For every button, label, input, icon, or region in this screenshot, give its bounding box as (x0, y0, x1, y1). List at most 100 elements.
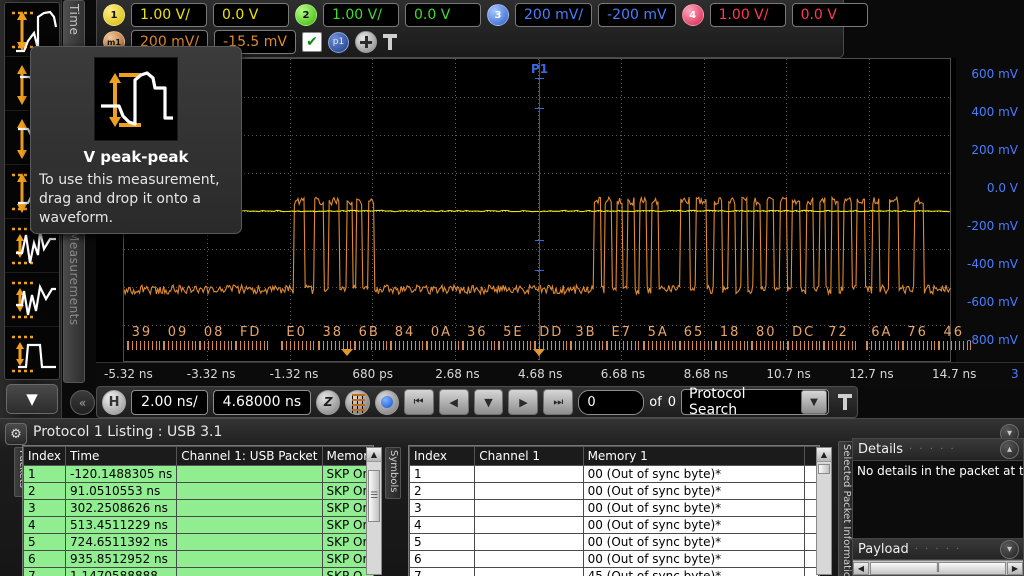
channel-2-button[interactable]: 2 (295, 4, 317, 26)
decode-byte[interactable]: 6A (871, 325, 892, 340)
memory-depth-icon[interactable] (345, 389, 370, 415)
protocol-decode-bus[interactable]: 39 09 08 FD E0 38 6B 84 0A 36 5E DD 3B E7 5A 65 18 80 DC 72… (123, 325, 972, 353)
channel-4-button[interactable]: 4 (681, 4, 704, 26)
decode-byte[interactable]: 84 (395, 325, 416, 340)
cursor-p1-line[interactable] (535, 60, 544, 360)
packets-table-row[interactable]: 2 91.0510553 ns SKP Or (23, 482, 373, 500)
pin-icon[interactable] (383, 34, 397, 50)
gear-icon[interactable]: ⚙ (5, 423, 27, 445)
packets-table[interactable]: Index Time Channel 1: USB Packet Memory 1 -12… (22, 445, 374, 576)
details-horizontal-scrollbar[interactable]: ◀ ‖ ▶ (853, 560, 1023, 575)
decode-byte[interactable]: 72 (828, 325, 849, 340)
decode-byte[interactable]: 3B (575, 325, 596, 340)
payload-grip-dots: · · · · · (914, 543, 962, 555)
search-index-input[interactable]: 0 (578, 389, 645, 415)
nav-down-button[interactable]: ▼ (473, 389, 504, 415)
scroll-left-arrow[interactable]: ◀ (853, 561, 869, 575)
channel-3-button[interactable]: 3 (487, 4, 509, 26)
packets-table-row[interactable]: 7 1.1470588888 SKP O (23, 567, 373, 576)
scrollbar-thumb[interactable]: ☰ (368, 470, 380, 522)
nav-next-button[interactable]: ▶ (508, 389, 539, 415)
decode-byte[interactable]: 6B (359, 325, 380, 340)
cursor-p1-label[interactable]: P1 (531, 62, 548, 76)
scroll-right-arrow[interactable]: ▶ (1007, 561, 1023, 575)
channel-3-scale[interactable]: 200 mV/ (515, 3, 593, 27)
collapse-rail-button[interactable]: « (70, 390, 95, 415)
decode-byte[interactable]: E7 (611, 325, 632, 340)
packets-table-row[interactable]: 3 302.2508626 ns SKP Or (23, 499, 373, 517)
chevron-down-icon[interactable]: ▼ (800, 390, 828, 414)
scroll-up-arrow[interactable]: ▲ (817, 448, 831, 462)
symbols-scrollbar[interactable]: ▲ (816, 447, 832, 575)
tab-symbols[interactable]: Symbols (385, 447, 401, 499)
measurement-item-7[interactable] (5, 327, 59, 379)
symbols-table-row[interactable]: 1 00 (Out of sync byte)* (409, 465, 819, 483)
decode-byte[interactable]: FD (240, 325, 262, 340)
decode-byte[interactable]: 80 (756, 325, 777, 340)
packets-table-row[interactable]: 4 513.4511229 ns SKP Or (23, 516, 373, 534)
decode-byte[interactable]: 5E (503, 325, 524, 340)
payload-expand-icon[interactable]: ▾ (1000, 540, 1019, 559)
nav-prev-button[interactable]: ◀ (438, 389, 469, 415)
column-header[interactable]: Channel 1 (474, 446, 584, 466)
horizontal-menu-button[interactable]: H (102, 389, 127, 415)
p1-cursor-badge[interactable]: p1 (328, 31, 349, 53)
nav-first-button[interactable]: ⏮ (403, 389, 434, 415)
protocol-search-select[interactable]: Protocol Search ▼ (681, 386, 830, 418)
tab-measurements[interactable]: Measurements (63, 228, 85, 383)
nav-last-button[interactable]: ⏭ (543, 389, 574, 415)
column-header[interactable]: Index (23, 446, 67, 466)
channel-4-offset[interactable]: 0.0 V (791, 3, 868, 27)
channel-4-scale[interactable]: 1.00 V/ (709, 3, 786, 27)
tab-time[interactable]: Time (63, 0, 85, 52)
column-header[interactable]: Channel 1: USB Packet (176, 446, 323, 466)
channel-2-scale[interactable]: 1.00 V/ (323, 3, 399, 27)
decode-byte[interactable]: 46 (943, 325, 964, 340)
channel-1-scale[interactable]: 1.00 V/ (131, 3, 207, 27)
details-collapse-icon[interactable]: ▴ (1000, 440, 1019, 459)
column-header[interactable]: Index (409, 446, 476, 466)
magnifier-icon[interactable] (374, 389, 399, 415)
column-header[interactable]: Memory 1 (582, 446, 806, 466)
decode-byte[interactable]: 36 (467, 325, 488, 340)
packets-table-row[interactable]: 5 724.6511392 ns SKP Or (23, 533, 373, 551)
decode-byte[interactable]: 0A (431, 325, 452, 340)
decode-byte[interactable]: DC (792, 325, 815, 340)
decode-byte[interactable]: 76 (907, 325, 928, 340)
toolbar-pin-icon[interactable] (838, 394, 853, 410)
decode-byte[interactable]: 38 (323, 325, 344, 340)
channel-2-offset[interactable]: 0.0 V (405, 3, 481, 27)
scrollbar-thumb[interactable] (818, 464, 830, 474)
column-header[interactable]: Time (65, 446, 178, 466)
packets-table-row[interactable]: 1 -120.1488305 ns SKP Or (23, 465, 373, 483)
channel-3-offset[interactable]: -200 mV (598, 3, 676, 27)
timebase-field[interactable]: 2.00 ns/ (131, 389, 208, 415)
symbols-table-row[interactable]: 3 00 (Out of sync byte)* (409, 499, 819, 517)
channel-1-offset[interactable]: 0.0 V (213, 3, 289, 27)
measurement-item-6[interactable] (5, 273, 59, 327)
scroll-up-arrow[interactable]: ▲ (367, 448, 381, 462)
delay-field[interactable]: 4.68000 ns (212, 389, 312, 415)
measurement-scroll-down-button[interactable]: ▼ (6, 384, 58, 414)
channel-1-button[interactable]: 1 (103, 4, 125, 26)
packets-scrollbar[interactable]: ▲ ☰ (366, 447, 382, 575)
decode-byte[interactable]: 39 (132, 325, 153, 340)
decode-byte[interactable]: 18 (720, 325, 741, 340)
decode-byte[interactable]: 5A (648, 325, 669, 340)
symbols-table-row[interactable]: 2 00 (Out of sync byte)* (409, 482, 819, 500)
hscroll-thumb[interactable]: ‖ (870, 561, 1006, 575)
decode-byte[interactable]: 65 (684, 325, 705, 340)
decode-byte[interactable]: 09 (168, 325, 189, 340)
add-channel-button[interactable] (355, 31, 377, 53)
zoom-z-icon[interactable]: Z (316, 389, 341, 415)
enable-checkbox[interactable]: ✔ (302, 32, 322, 52)
decode-byte[interactable]: E0 (286, 325, 307, 340)
decode-byte[interactable]: DD (539, 325, 563, 340)
symbols-table-row[interactable]: 6 00 (Out of sync byte)* (409, 550, 819, 568)
symbols-table[interactable]: Index Channel 1 Memory 1 1 00 (Out of sync b… (408, 445, 820, 576)
symbols-table-row[interactable]: 7 45 (Out of sync byte)* (409, 567, 819, 576)
symbols-table-row[interactable]: 5 00 (Out of sync byte)* (409, 533, 819, 551)
decode-byte[interactable]: 08 (204, 325, 225, 340)
symbols-table-row[interactable]: 4 00 (Out of sync byte)* (409, 516, 819, 534)
packets-table-row[interactable]: 6 935.8512952 ns SKP Or (23, 550, 373, 568)
